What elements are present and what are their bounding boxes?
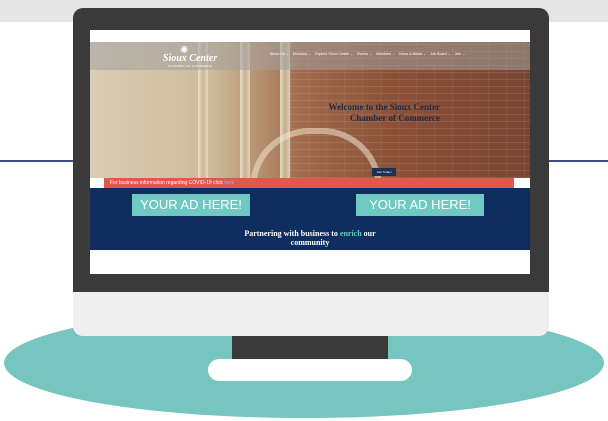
decorative-line-left — [0, 160, 78, 162]
decorative-line-right — [546, 160, 608, 162]
logo-subtitle: CHAMBER OF COMMERCE — [167, 64, 213, 68]
covid-alert-text: For business information regarding COVID… — [110, 180, 225, 186]
covid-alert-bar: For business information regarding COVID… — [104, 178, 514, 188]
ad-banner-right[interactable]: YOUR AD HERE! — [356, 194, 484, 216]
tagline-suffix: our — [361, 229, 376, 238]
welcome-line2: Chamber of Commerce — [349, 113, 440, 123]
nav-item-news-media[interactable]: News & Media ⌄ — [399, 52, 426, 56]
site-navbar: ✺ Sioux Center CHAMBER OF COMMERCE About… — [90, 42, 530, 70]
monitor-chin — [73, 292, 549, 336]
tagline: Partnering with business to enrich our c… — [210, 229, 410, 247]
welcome-highlight: Sioux Center — [389, 102, 440, 112]
nav-item-directory[interactable]: Directory ⌄ — [293, 52, 311, 56]
nav-item-explore[interactable]: Explore Sioux Center ⌄ — [315, 52, 353, 56]
welcome-prefix: Welcome to the — [328, 102, 390, 112]
nav-item-members[interactable]: Members ⌄ — [376, 52, 395, 56]
tagline-prefix: Partnering with business to — [244, 229, 340, 238]
nav-item-join[interactable]: Join ⌄ — [455, 52, 466, 56]
logo-title: Sioux Center — [162, 53, 218, 64]
welcome-heading: Welcome to the Sioux Center Chamber of C… — [240, 102, 440, 124]
monitor-bezel: ✺ Sioux Center CHAMBER OF COMMERCE About… — [73, 8, 549, 292]
nav-item-job-board[interactable]: Job Board ⌄ — [430, 52, 450, 56]
join-today-button[interactable]: Join Today! — [372, 168, 396, 176]
main-nav: About Us ⌄ Directory ⌄ Explore Sioux Cen… — [270, 52, 465, 56]
ad-banner-left[interactable]: YOUR AD HERE! — [132, 194, 250, 216]
tagline-line2: community — [290, 238, 330, 247]
monitor-base — [208, 359, 412, 381]
site-logo[interactable]: ✺ Sioux Center CHAMBER OF COMMERCE — [130, 45, 250, 69]
tagline-accent: enrich — [339, 229, 362, 238]
nav-item-events[interactable]: Events ⌄ — [357, 52, 372, 56]
website-screen: ✺ Sioux Center CHAMBER OF COMMERCE About… — [90, 30, 530, 274]
monitor-stand — [232, 332, 388, 362]
nav-item-about-us[interactable]: About Us ⌄ — [270, 52, 289, 56]
covid-alert-link[interactable]: here — [224, 180, 234, 186]
